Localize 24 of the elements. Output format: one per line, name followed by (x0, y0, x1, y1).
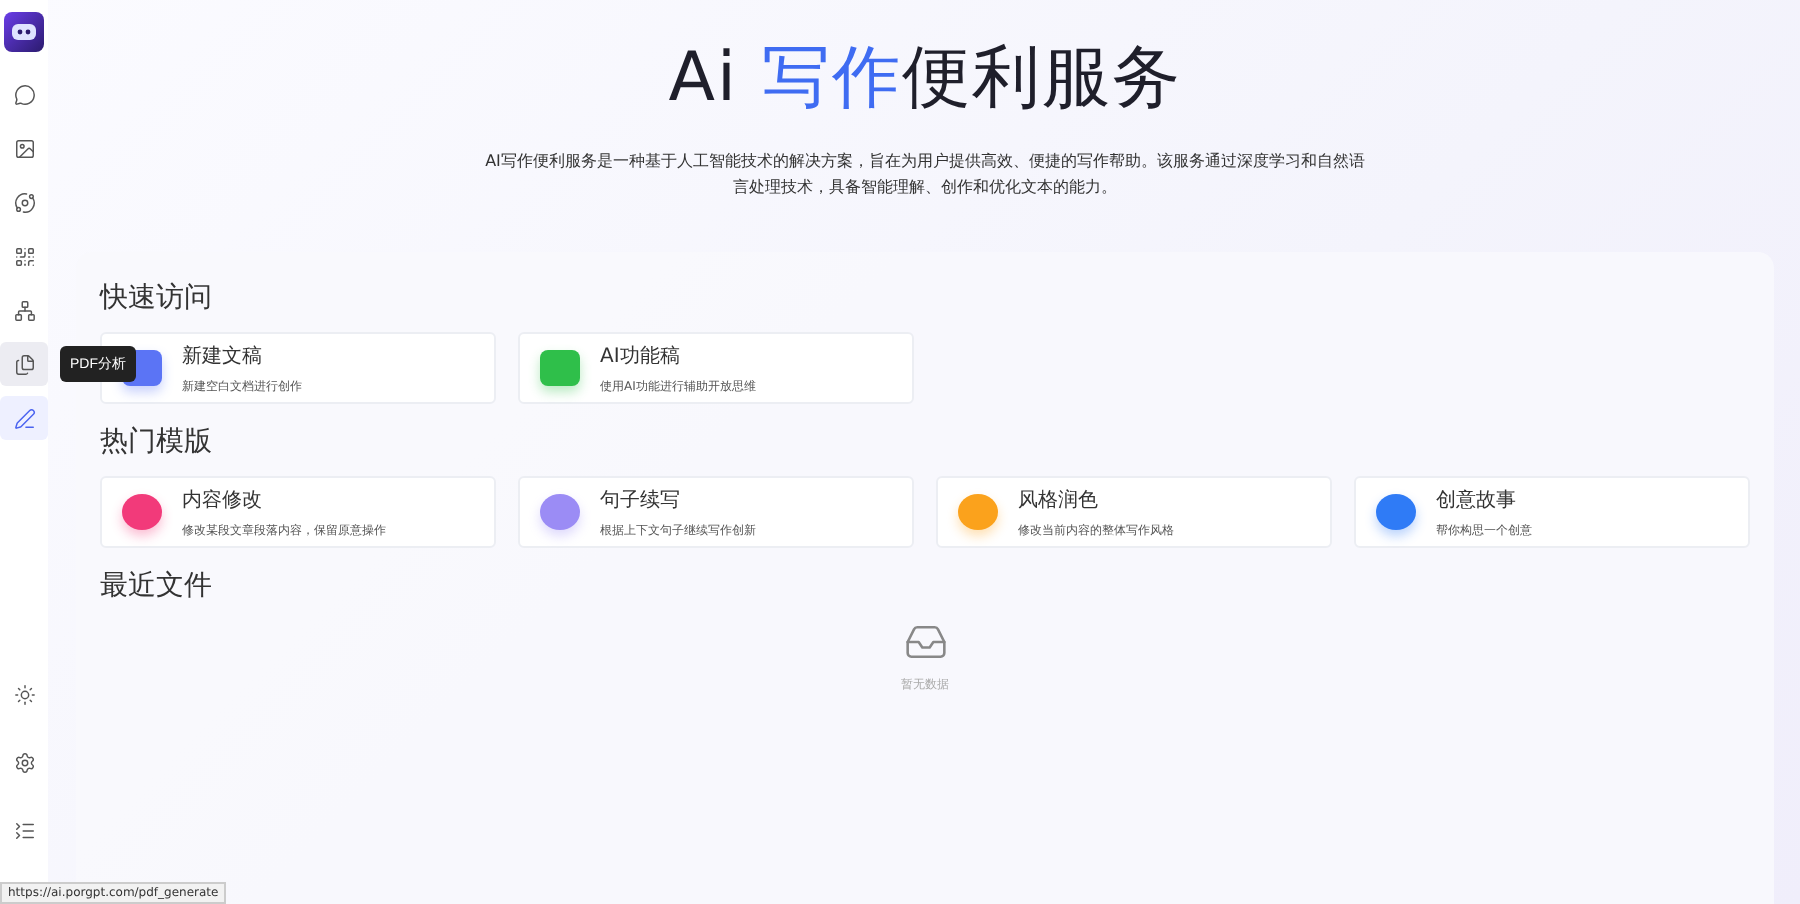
section-title: 快速访问 (100, 280, 214, 316)
card-title: 新建文稿 (182, 343, 264, 369)
list-icon (13, 819, 35, 841)
card-title: 句子续写 (600, 487, 682, 513)
empty-inbox-icon (903, 620, 947, 664)
sun-icon (13, 683, 35, 705)
card-title: 风格润色 (1018, 487, 1100, 513)
documents-icon (13, 353, 35, 375)
card-title: 创意故事 (1436, 487, 1518, 513)
chat-icon (13, 83, 35, 105)
qr-code-icon (13, 245, 35, 267)
card-title: 内容修改 (182, 487, 264, 513)
image-icon (13, 137, 35, 159)
robot-logo-icon (4, 12, 44, 52)
sidebar-item[interactable] (0, 396, 48, 440)
card-title: AI功能稿 (600, 343, 682, 369)
section-title: 最近文件 (100, 568, 214, 604)
planet-icon (13, 191, 35, 213)
description-text: AI写作便利服务是一种基于人工智能技术的解决方案，旨在为用户提供高效、便捷的写作帮助。该服务通过深度学习和自然语言处理技术，具备智能理解、创作和优化文本的能力。 (485, 150, 1365, 200)
settings-icon (13, 751, 35, 773)
page-title: Ai 写作便利服务 (668, 36, 1182, 122)
section-title: 热门模版 (100, 424, 214, 460)
network-icon (13, 299, 35, 321)
pen-icon (13, 407, 35, 429)
